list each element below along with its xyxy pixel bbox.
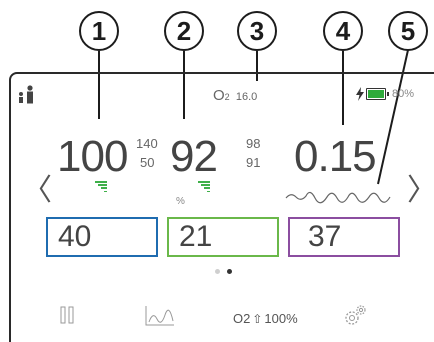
device-screen-frame <box>9 72 434 342</box>
chevron-right-icon[interactable]: 〉 <box>407 176 434 206</box>
oxygen-prefix: O <box>213 87 225 104</box>
pulse-signal-bars <box>198 181 210 194</box>
callout-2: 2 <box>164 11 204 51</box>
trend-chart-icon[interactable] <box>145 305 175 327</box>
spo2-alarm-upper: 140 <box>136 136 158 151</box>
value-box-blue[interactable]: 40 <box>46 217 158 257</box>
pulse-alarm-lower: 91 <box>246 155 261 170</box>
spo2-value: 100 <box>57 132 128 181</box>
battery-icon <box>366 88 389 100</box>
lightning-icon <box>356 87 364 101</box>
value-box-purple-text: 37 <box>308 220 342 253</box>
o2-setting[interactable]: O2 ⇧ 100% <box>233 312 298 325</box>
pager-dot-2[interactable] <box>227 269 232 274</box>
o2-label: O2 <box>233 311 251 326</box>
callout-1: 1 <box>79 11 119 51</box>
pleth-waveform <box>285 191 391 204</box>
oxygen-concentration: O2 16.0 <box>213 88 257 103</box>
oxygen-subscript: 2 <box>224 92 230 102</box>
callout-3: 3 <box>237 11 277 51</box>
value-box-purple[interactable]: 37 <box>288 217 400 257</box>
spo2-alarm-lower: 50 <box>140 155 155 170</box>
pi-value: 0.15 <box>294 132 377 181</box>
oxygen-value: 16.0 <box>235 91 258 103</box>
arrow-up-icon: ⇧ <box>252 312 263 326</box>
pager-dot-1[interactable] <box>215 269 220 274</box>
settings-gears-icon[interactable] <box>342 303 368 327</box>
spo2-signal-bars <box>95 181 107 194</box>
pulse-unit: % <box>176 196 185 207</box>
pause-icon[interactable] <box>60 305 74 325</box>
pulse-value: 92 <box>170 132 218 181</box>
pulse-alarm-upper: 98 <box>246 136 261 151</box>
value-box-green-text: 21 <box>179 220 213 253</box>
value-box-blue-text: 40 <box>58 220 92 253</box>
value-box-green[interactable]: 21 <box>167 217 279 257</box>
battery-label: 80% <box>392 88 415 100</box>
chevron-left-icon[interactable]: 〈 <box>22 176 52 206</box>
adult-child-icon <box>19 85 33 104</box>
o2-value: 100% <box>264 311 298 326</box>
callout-4: 4 <box>323 11 363 51</box>
callout-5: 5 <box>388 11 428 51</box>
